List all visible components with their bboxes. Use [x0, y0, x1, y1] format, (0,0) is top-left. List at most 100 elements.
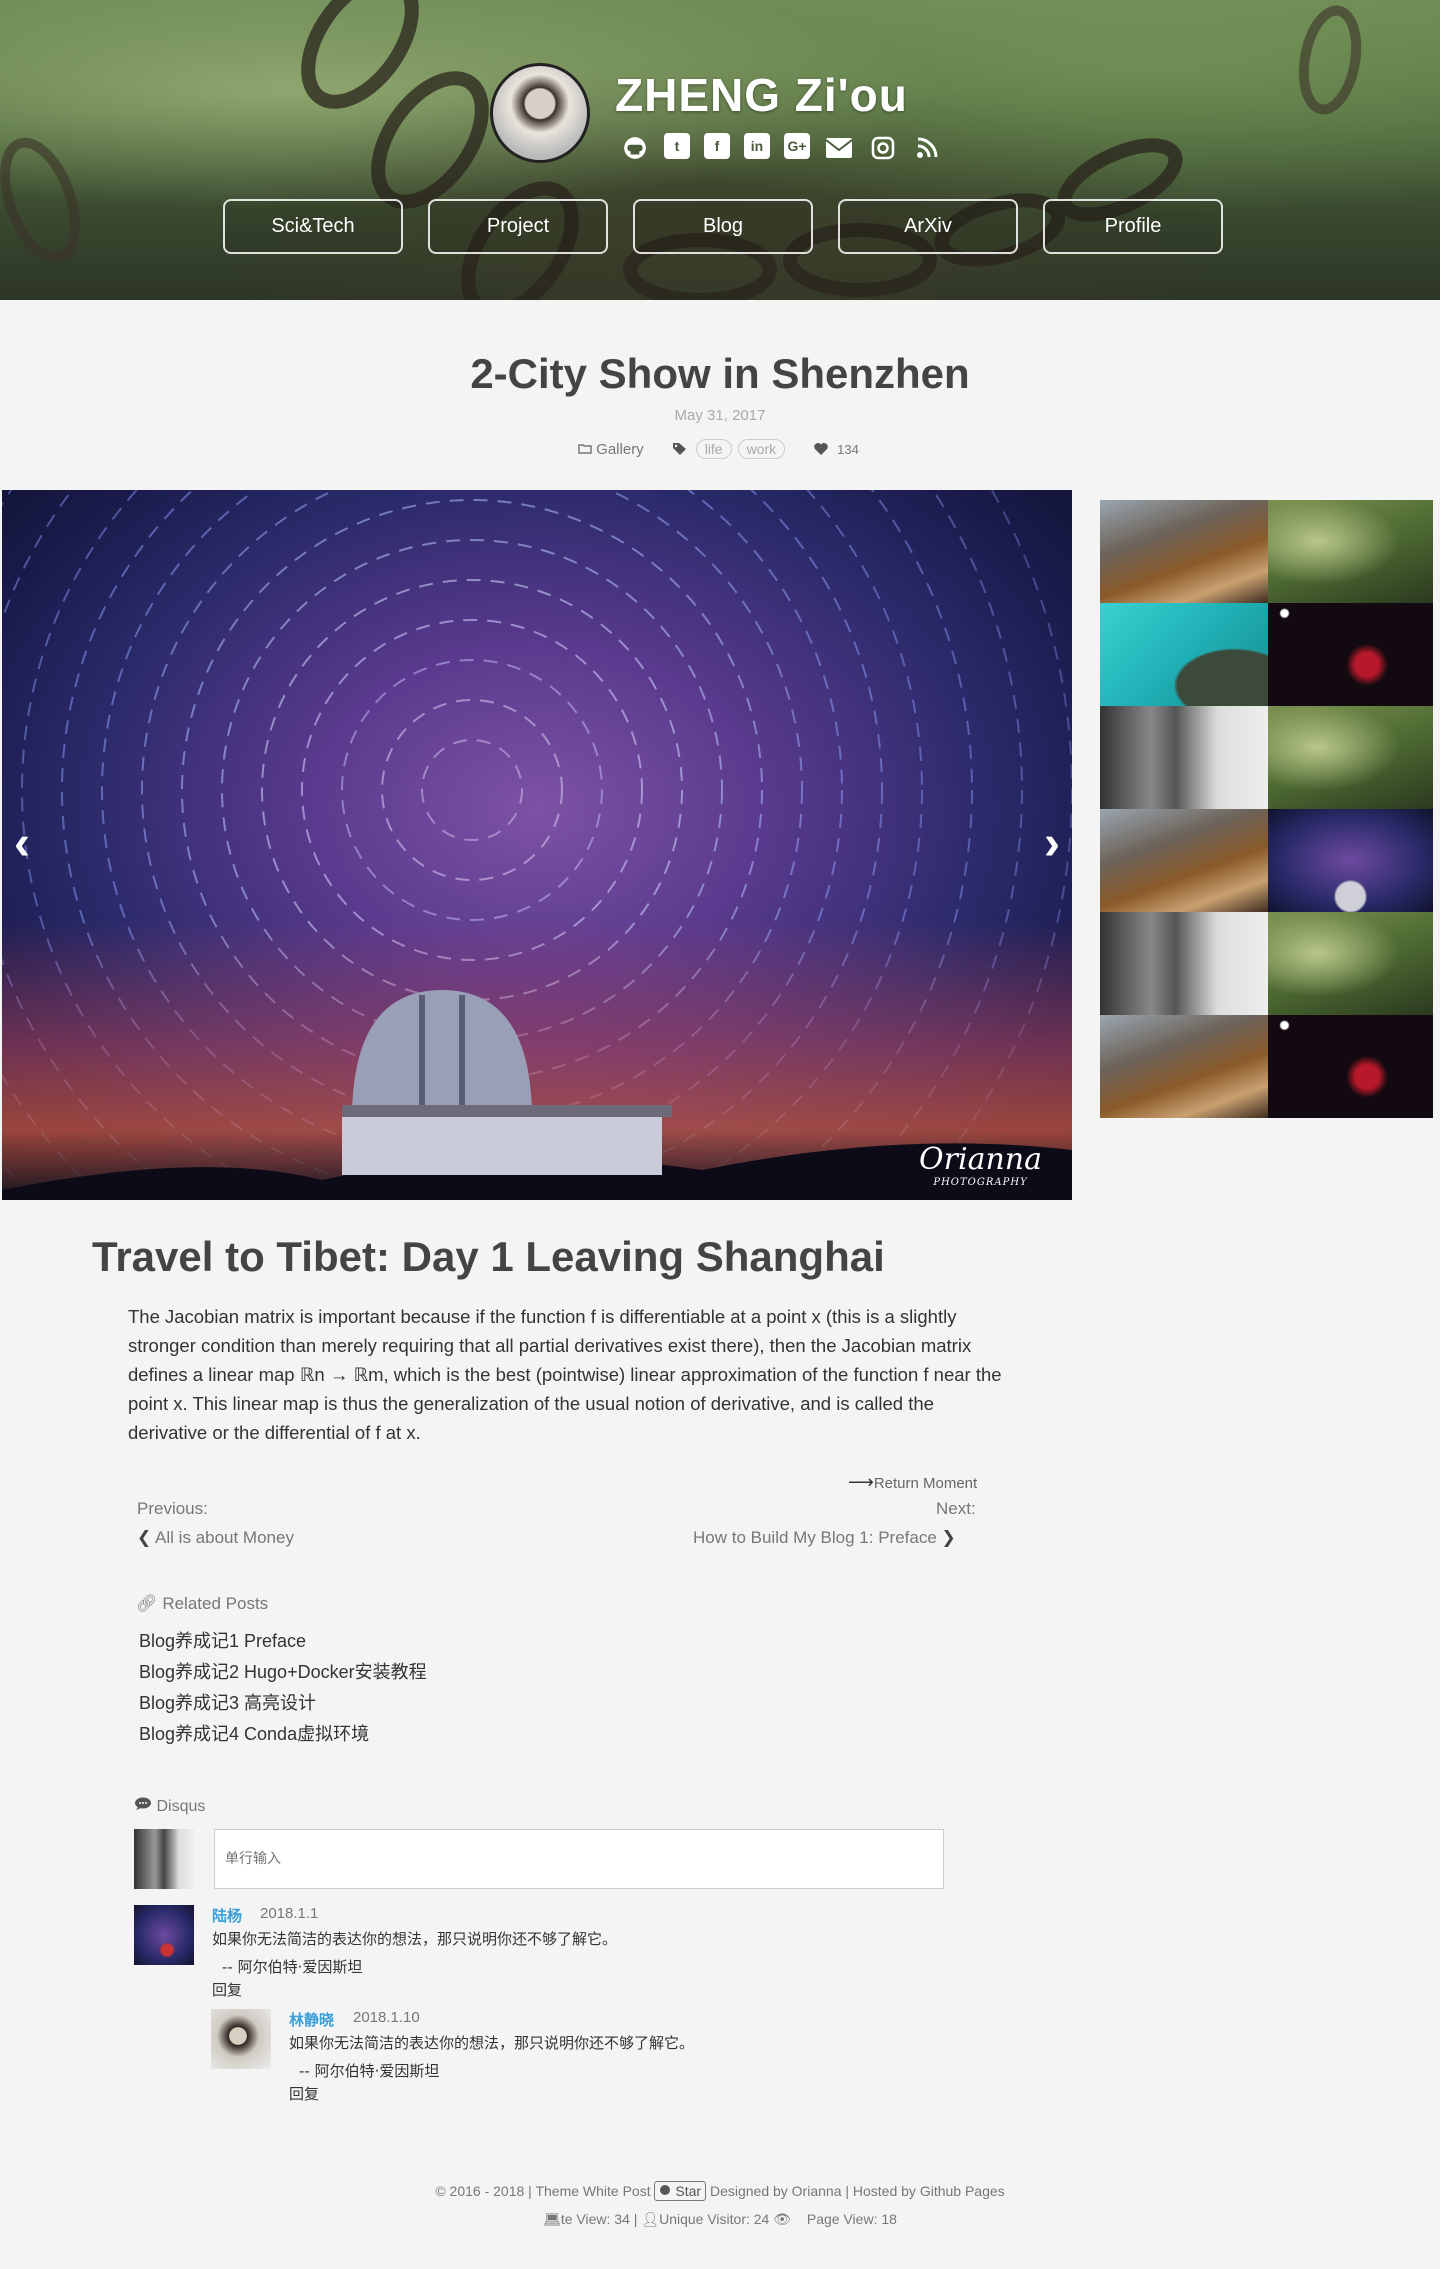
comment-item: 陆杨 2018.1.1 如果你无法简洁的表达你的想法，那只说明你还不够了解它。 …: [134, 1905, 934, 2005]
watermark-line2: PHOTOGRAPHY: [933, 1177, 1028, 1188]
footer-line-2: 💻︎te View: 34 | 👤︎Unique Visitor: 24 👁︎ …: [0, 2211, 1440, 2228]
related-post-link[interactable]: Blog养成记3 高亮设计: [139, 1688, 427, 1719]
thumbnail[interactable]: [1268, 706, 1433, 809]
likes-count: 134: [837, 441, 859, 457]
thumbnail[interactable]: [1268, 603, 1433, 706]
thumbnail[interactable]: [1100, 603, 1268, 706]
previous-post-title: All is about Money: [155, 1528, 294, 1547]
email-icon[interactable]: [824, 133, 854, 163]
comment-icon: [135, 1797, 151, 1810]
nav-profile[interactable]: Profile: [1043, 199, 1223, 254]
google-plus-icon[interactable]: G+: [784, 133, 810, 159]
reply-button[interactable]: 回复: [289, 2083, 319, 2104]
return-label: Return Moment: [873, 1475, 978, 1492]
related-heading-label: Related Posts: [162, 1594, 269, 1613]
post-title: 2-City Show in Shenzhen: [470, 350, 970, 397]
instagram-icon[interactable]: [868, 133, 898, 163]
comment-date: 2018.1.1: [260, 1905, 319, 1922]
unique-visitor-text: Unique Visitor: 24: [659, 2211, 770, 2227]
disqus-label: Disqus: [156, 1798, 206, 1815]
gallery-category[interactable]: Gallery: [578, 441, 644, 458]
author-avatar[interactable]: [490, 63, 590, 163]
social-links: t f in G+: [620, 133, 942, 163]
thumbnail[interactable]: [1268, 1015, 1433, 1118]
arrow-right-icon: ⟶: [848, 1472, 874, 1492]
thumbnail[interactable]: [1100, 912, 1268, 1015]
thumbnail[interactable]: [1100, 1015, 1268, 1118]
facebook-icon[interactable]: f: [704, 133, 730, 159]
main-nav: Sci&Tech Project Blog ArXiv Profile: [223, 199, 1223, 254]
comment-text: 如果你无法简洁的表达你的想法，那只说明你还不够了解它。: [212, 1930, 618, 1948]
post-date: May 31, 2017: [674, 407, 766, 424]
comment-input[interactable]: [214, 1829, 944, 1889]
previous-label: Previous:: [137, 1499, 208, 1518]
comment-date: 2018.1.10: [353, 2009, 420, 2026]
article-body: The Jacobian matrix is important because…: [128, 1306, 1002, 1443]
rss-icon[interactable]: [912, 133, 942, 163]
disqus-heading: Disqus: [134, 1797, 205, 1816]
laptop-icon: 💻︎: [543, 2211, 561, 2227]
next-post-link[interactable]: How to Build My Blog 1: Preface ❯: [693, 1528, 956, 1548]
thumbnail[interactable]: [1100, 809, 1268, 912]
nav-scitech[interactable]: Sci&Tech: [223, 199, 403, 254]
reply-button[interactable]: 回复: [212, 1979, 242, 2000]
tags-group: life work: [672, 439, 786, 459]
photo-watermark: Orianna PHOTOGRAPHY: [919, 1142, 1042, 1188]
related-posts-list: Blog养成记1 Preface Blog养成记2 Hugo+Docker安装教…: [139, 1626, 427, 1750]
comment-item: 林静晓 2018.1.10 如果你无法简洁的表达你的想法，那只说明你还不够了解它…: [211, 2009, 1011, 2109]
tag-work[interactable]: work: [737, 439, 786, 459]
next-label: Next:: [936, 1499, 976, 1518]
likes[interactable]: 134: [813, 442, 859, 457]
designed-by-text: Designed by Orianna | Hosted by Github P…: [709, 2183, 1005, 2199]
user-icon: 👤︎: [641, 2211, 660, 2227]
comment-attribution: -- 阿尔伯特·爱因斯坦: [222, 1958, 363, 1976]
link-icon: 🔗︎: [136, 1594, 158, 1613]
site-view-text: te View: 34 |: [560, 2211, 638, 2227]
commenter-avatar: [211, 2009, 271, 2069]
github-icon: [660, 2185, 671, 2195]
article-title: Travel to Tibet: Day 1 Leaving Shanghai: [92, 1233, 885, 1280]
prev-image-arrow[interactable]: ‹: [14, 820, 30, 868]
linkedin-icon[interactable]: in: [744, 133, 770, 159]
star-label: Star: [675, 2183, 702, 2199]
category-label: Gallery: [596, 440, 644, 458]
comment-text: 如果你无法简洁的表达你的想法，那只说明你还不够了解它。: [289, 2034, 695, 2052]
thumbnail[interactable]: [1100, 706, 1268, 809]
tags-icon: [672, 443, 686, 455]
related-post-link[interactable]: Blog养成记4 Conda虚拟环境: [139, 1719, 427, 1750]
nav-blog[interactable]: Blog: [633, 199, 813, 254]
footer-line-1: © 2016 - 2018 | Theme White Post Star De…: [0, 2181, 1440, 2201]
watermark-line1: Orianna: [919, 1142, 1042, 1177]
commenter-name[interactable]: 陆杨: [212, 1905, 242, 1926]
nav-arxiv[interactable]: ArXiv: [838, 199, 1018, 254]
site-title[interactable]: ZHENG Zi'ou: [615, 68, 908, 122]
page: ZHENG Zi'ou t f in G+ Sci&Tech Project B…: [0, 0, 1440, 2269]
github-star-button[interactable]: Star: [654, 2181, 707, 2201]
thumbnail[interactable]: [1268, 500, 1433, 603]
related-post-link[interactable]: Blog养成记1 Preface: [139, 1626, 427, 1657]
heart-icon: [814, 443, 828, 455]
related-post-link[interactable]: Blog养成记2 Hugo+Docker安装教程: [139, 1657, 427, 1688]
gallery-main-image: ‹ › Orianna PHOTOGRAPHY: [2, 490, 1072, 1200]
thumbnail[interactable]: [1268, 809, 1433, 912]
current-user-avatar: [134, 1829, 194, 1889]
folder-icon: [578, 443, 592, 454]
previous-post-link[interactable]: ❮ All is about Money: [137, 1528, 294, 1548]
eye-icon: 👁︎: [773, 2211, 791, 2227]
return-moment-link[interactable]: ⟶Return Moment: [848, 1472, 977, 1493]
chevron-right-icon: ❯: [941, 1528, 956, 1547]
twitter-icon[interactable]: t: [664, 133, 690, 159]
github-icon[interactable]: [620, 133, 650, 163]
tag-life[interactable]: life: [695, 439, 732, 459]
next-image-arrow[interactable]: ›: [1044, 820, 1060, 868]
commenter-avatar: [134, 1905, 194, 1965]
related-posts-heading: 🔗︎ Related Posts: [136, 1594, 268, 1614]
thumbnail[interactable]: [1268, 912, 1433, 1015]
chevron-left-icon: ❮: [137, 1528, 152, 1547]
next-post-title: How to Build My Blog 1: Preface: [693, 1528, 937, 1547]
thumbnail[interactable]: [1100, 500, 1268, 603]
copyright-text: © 2016 - 2018 | Theme White Post: [435, 2183, 651, 2199]
commenter-name[interactable]: 林静晓: [289, 2009, 334, 2030]
observatory-graphic: [2, 990, 1072, 1200]
nav-project[interactable]: Project: [428, 199, 608, 254]
